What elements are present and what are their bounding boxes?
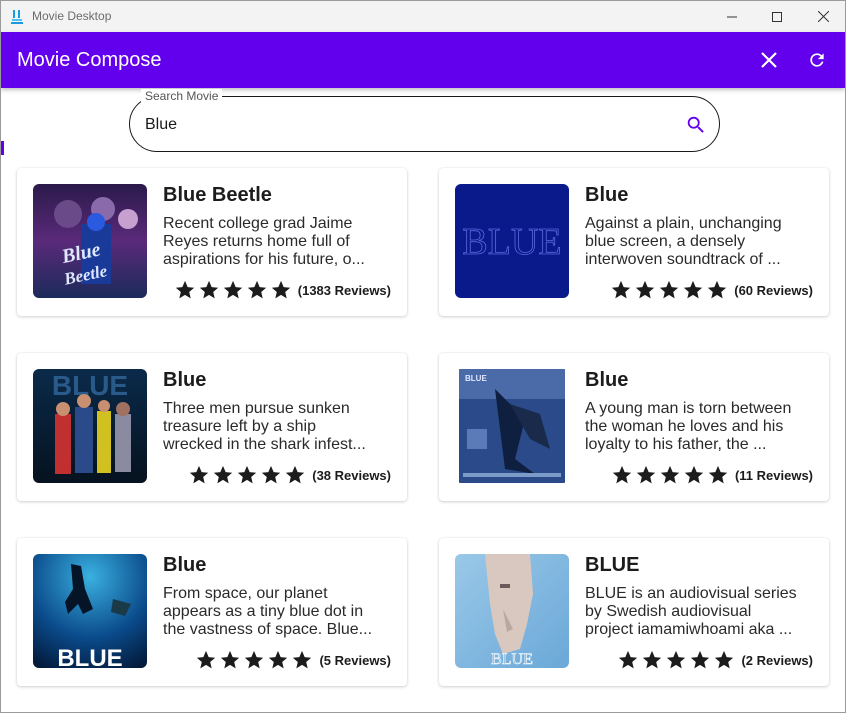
movie-description: BLUE is an audiovisual series by Swedish … [585,585,797,638]
movie-title: Blue Beetle [163,184,272,206]
movie-poster: BLUE [33,554,147,668]
star-rating [615,649,735,671]
star-icon [293,650,312,669]
search-label: Search Movie [141,89,223,103]
svg-text:BLUE: BLUE [491,651,533,668]
movie-card[interactable]: BLUE BLUE BLUE is an audiovisual series b… [439,538,829,686]
window-title: Movie Desktop [32,9,112,23]
star-icon [691,650,710,669]
star-icon [286,465,305,484]
refresh-icon [810,53,824,67]
app-bar: Movie Compose [1,32,845,88]
star-icon [708,465,728,484]
star-icon [612,465,632,484]
star-icon [247,280,266,299]
star-icon [269,650,288,669]
search-field[interactable] [129,96,720,152]
movie-title: Blue [163,369,207,391]
movie-rating: (38 Reviews) [186,464,391,486]
star-icon [612,280,631,299]
star-rating [172,279,292,301]
movie-rating: (60 Reviews) [608,279,813,301]
movie-description: Recent college grad Jaime Reyes returns h… [163,215,365,268]
movie-poster: BLUE [455,184,569,298]
star-icon [636,280,655,299]
movie-poster: BLUE [33,369,147,483]
movie-rating: (2 Reviews) [615,649,813,671]
movie-rating: (11 Reviews) [609,464,813,486]
svg-text:BLUE: BLUE [57,645,122,668]
star-icon [271,280,290,299]
star-rating [609,464,729,486]
app-window: Movie Desktop Movie Compose Search Movie [0,0,846,713]
movie-description: Three men pursue sunken treasure left by … [163,400,366,453]
movie-poster: BLUE [455,554,569,668]
star-icon [715,650,734,669]
movie-card[interactable]: BLUE Blue A young man is torn between the… [439,353,829,501]
search-icon[interactable] [685,114,707,136]
star-icon [643,650,662,669]
review-count: (2 Reviews) [741,652,813,668]
movie-card[interactable]: Blue Beetle Blue Beetle Recent college g… [17,168,407,316]
search-input[interactable] [145,114,665,136]
svg-text:BLUE: BLUE [462,221,561,263]
star-icon [708,280,727,299]
movie-title: Blue [585,369,629,391]
review-count: (1383 Reviews) [297,282,391,298]
star-icon [660,465,680,484]
star-icon [190,465,209,484]
movie-card[interactable]: BLUE Blue From space, our planet appears … [17,538,407,686]
star-icon [684,465,704,484]
star-icon [636,465,656,484]
clear-button[interactable] [751,42,787,78]
movie-card[interactable]: BLUE Blue Against a plain, unchanging blu… [439,168,829,316]
app-logo-icon [11,10,23,24]
movie-card[interactable]: BLUE Blue Three men pursue sunken treasur… [17,353,407,501]
maximize-button[interactable] [754,1,800,32]
star-icon [197,650,216,669]
star-rating [193,649,313,671]
movie-title: Blue [585,184,629,206]
star-icon [221,650,240,669]
movie-title: BLUE [585,554,640,576]
window-titlebar: Movie Desktop [1,1,845,32]
app-bar-title: Movie Compose [17,49,162,71]
star-icon [245,650,264,669]
review-count: (38 Reviews) [312,467,391,483]
refresh-button[interactable] [799,42,835,78]
movie-poster: Blue Beetle [33,184,147,298]
movie-rating: (1383 Reviews) [172,279,391,301]
star-icon [175,280,194,299]
minimize-button[interactable] [709,1,755,32]
star-icon [199,280,218,299]
minimize-icon [727,16,737,17]
star-icon [667,650,686,669]
star-icon [238,465,257,484]
movie-description: From space, our planet appears as a tiny … [163,585,373,638]
star-icon [214,465,233,484]
star-icon [660,280,679,299]
svg-text:BLUE: BLUE [465,374,487,383]
maximize-icon [772,11,782,22]
review-count: (11 Reviews) [734,467,813,483]
star-icon [262,465,281,484]
review-count: (5 Reviews) [319,652,391,668]
star-icon [223,280,242,299]
movie-rating: (5 Reviews) [193,649,391,671]
movie-title: Blue [163,554,207,576]
window-close-icon [817,11,829,22]
svg-text:BLUE: BLUE [52,370,128,401]
review-count: (60 Reviews) [734,282,813,298]
movie-description: Against a plain, unchanging blue screen, … [585,215,782,268]
star-icon [684,280,703,299]
close-icon [761,52,777,68]
window-close-button[interactable] [800,1,845,32]
star-icon [619,650,638,669]
star-rating [608,279,728,301]
side-accent [1,141,4,155]
movie-poster: BLUE [455,369,569,483]
star-rating [186,464,306,486]
movie-description: A young man is torn between the woman he … [585,400,792,453]
